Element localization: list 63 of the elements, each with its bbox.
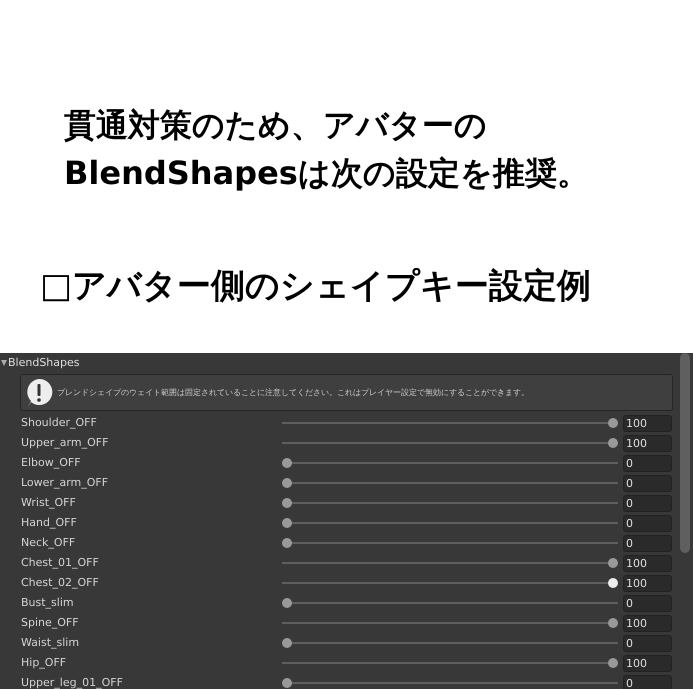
panel-title: BlendShapes <box>8 354 80 371</box>
slider-thumb[interactable] <box>282 458 292 468</box>
blendshape-label: Hip_OFF <box>21 654 68 671</box>
value-field[interactable]: 0 <box>623 474 672 492</box>
heading-text: 貫通対策のため、アバターの <box>64 105 488 146</box>
slider-thumb[interactable] <box>608 418 618 428</box>
slider-track[interactable] <box>282 417 618 429</box>
blendshape-label: Bust_slim <box>21 594 75 611</box>
slider-track[interactable] <box>282 517 618 529</box>
slider-track[interactable] <box>282 577 618 589</box>
slider-track[interactable] <box>282 637 618 649</box>
slider-thumb[interactable] <box>282 498 292 508</box>
slider-thumb[interactable] <box>608 578 618 588</box>
blendshape-label: Shoulder_OFF <box>21 414 98 431</box>
blendshape-label: Chest_01_OFF <box>21 554 100 571</box>
notice-text: ブレンドシェイプのウェイト範囲は固定されていることに注意してください。これはプレイヤー設定で無効にすることができます。 <box>57 386 529 398</box>
blendshape-label: Waist_slim <box>21 634 80 651</box>
value-field[interactable]: 0 <box>623 454 672 472</box>
blendshape-label: Lower_arm_OFF <box>21 474 110 491</box>
slider-track[interactable] <box>282 557 618 569</box>
foldout-arrow-icon[interactable] <box>1 360 7 366</box>
value-field[interactable]: 0 <box>623 494 672 512</box>
slider-thumb[interactable] <box>608 658 618 668</box>
section-heading: □アバター側のシェイプキー設定例 <box>40 265 592 308</box>
slider-thumb[interactable] <box>282 598 292 608</box>
slider-thumb[interactable] <box>608 438 618 448</box>
value-field[interactable]: 0 <box>623 674 672 689</box>
slider-thumb[interactable] <box>282 638 292 648</box>
blendshape-label: Upper_arm_OFF <box>21 434 110 451</box>
slider-thumb[interactable] <box>282 478 292 488</box>
slider-track[interactable] <box>282 677 618 689</box>
slider-track[interactable] <box>282 617 618 629</box>
value-field[interactable]: 0 <box>623 634 672 652</box>
blendshape-label: Hand_OFF <box>21 514 78 531</box>
slider-track[interactable] <box>282 437 618 449</box>
slider-track[interactable] <box>282 597 618 609</box>
slider-track[interactable] <box>282 457 618 469</box>
value-field[interactable]: 100 <box>623 614 672 632</box>
warning-icon <box>25 378 53 408</box>
value-field[interactable]: 0 <box>623 534 672 552</box>
slider-track[interactable] <box>282 657 618 669</box>
value-field[interactable]: 100 <box>623 574 672 592</box>
slider-thumb[interactable] <box>608 618 618 628</box>
value-field[interactable]: 0 <box>623 594 672 612</box>
slider-track[interactable] <box>282 537 618 549</box>
slider-thumb[interactable] <box>608 558 618 568</box>
slider-thumb[interactable] <box>282 678 292 688</box>
blendshape-label: Elbow_OFF <box>21 454 82 471</box>
blendshape-label: Chest_02_OFF <box>21 574 100 591</box>
slider-track[interactable] <box>282 497 618 509</box>
value-field[interactable]: 100 <box>623 434 672 452</box>
value-field[interactable]: 0 <box>623 514 672 532</box>
blendshape-label: Wrist_OFF <box>21 494 77 511</box>
value-field[interactable]: 100 <box>623 654 672 672</box>
blendshape-label: Upper_leg_01_OFF <box>21 674 124 689</box>
value-field[interactable]: 100 <box>623 414 672 432</box>
slider-thumb[interactable] <box>282 538 292 548</box>
blendshape-label: Neck_OFF <box>21 534 76 551</box>
slider-track[interactable] <box>282 477 618 489</box>
value-field[interactable]: 100 <box>623 554 672 572</box>
blendshape-label: Spine_OFF <box>21 614 80 631</box>
slider-thumb[interactable] <box>282 518 292 528</box>
heading-text: BlendShapesは次の設定を推奨。 <box>64 153 590 194</box>
